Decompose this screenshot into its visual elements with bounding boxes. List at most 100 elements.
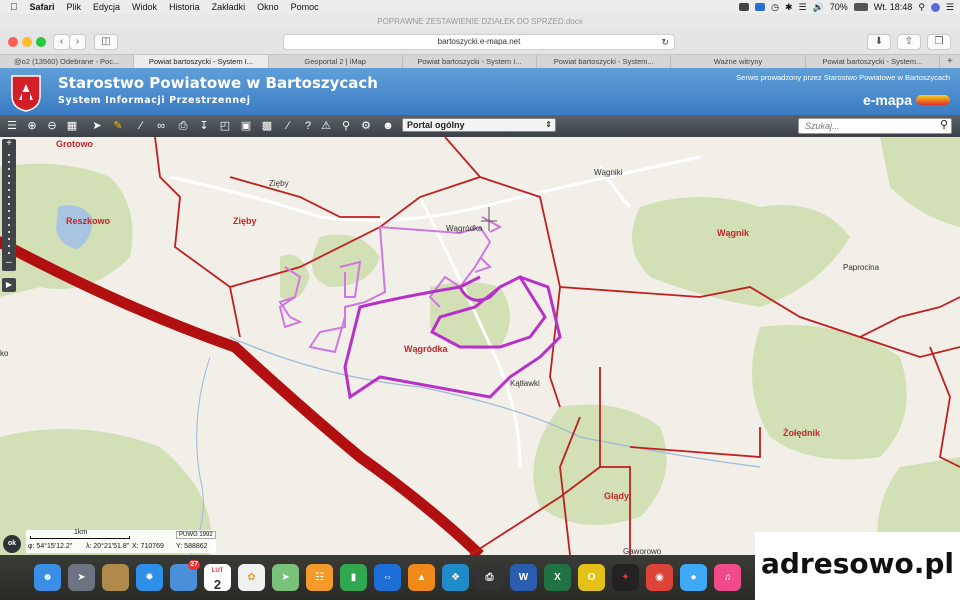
menu-pomoc[interactable]: Pomoc (285, 2, 325, 12)
zoom-minus-icon[interactable]: – (2, 258, 16, 268)
zoom-in-icon[interactable]: ⊕ (24, 118, 40, 134)
measure-icon[interactable]: ∕ (133, 118, 149, 134)
search-lock-icon[interactable] (739, 3, 750, 11)
compare-icon[interactable]: ◰ (217, 118, 233, 134)
reload-icon[interactable]: ↻ (661, 35, 669, 49)
notification-center-icon[interactable]: ☰ (946, 2, 954, 13)
menu-app-safari[interactable]: Safari (24, 2, 61, 12)
tab-powiat-4[interactable]: Powiat bartoszycki - System... (806, 55, 940, 68)
portal-select-value: Portal ogólny (407, 120, 465, 130)
photos-icon[interactable]: ✿ (238, 564, 265, 591)
menubar-clock[interactable]: Wt. 18:48 (874, 2, 913, 12)
link-icon[interactable]: ∞ (153, 118, 169, 134)
maps-icon[interactable]: ➤ (272, 564, 299, 591)
search-input[interactable]: Szukaj... ⚲ (798, 118, 952, 134)
tab-o2-mail[interactable]: @o2 (13560) Odebrane - Poc... (0, 55, 135, 68)
sidebar-icon: ◫ (101, 36, 111, 47)
tab-geoportal[interactable]: Geoportal 2 | iMap (269, 55, 403, 68)
menu-historia[interactable]: Historia (163, 2, 206, 12)
notes-icon[interactable] (102, 564, 129, 591)
battery-icon[interactable] (853, 3, 868, 11)
zoom-plus-icon[interactable]: + (2, 139, 16, 149)
tab-wazne-witryny[interactable]: Ważne witryny (671, 55, 806, 68)
acrobat-icon[interactable]: ✦ (612, 564, 639, 591)
downloads-button[interactable]: ⬇ (867, 34, 891, 50)
teamviewer-tray-icon[interactable] (755, 3, 766, 11)
tab-powiat-2[interactable]: Powiat bartoszycki - System I... (403, 55, 538, 68)
map-canvas[interactable] (0, 137, 960, 555)
emapa-brand[interactable]: e-mapa (863, 92, 912, 108)
new-tab-button[interactable]: + (940, 55, 960, 68)
address-bar[interactable]: bartoszycki.e-mapa.net ↻ (283, 34, 675, 50)
excel-icon[interactable]: X (544, 564, 571, 591)
sidebar-toggle-button[interactable]: ◫ (94, 34, 118, 50)
tabs-overview-button[interactable]: ❐ (927, 34, 951, 50)
bluetooth-icon[interactable]: ✱ (785, 2, 793, 13)
zoom-extent-icon[interactable]: ▦ (64, 118, 80, 134)
tab-powiat-3[interactable]: Powiat bartoszycki - System... (537, 55, 672, 68)
back-button[interactable]: ‹ (53, 34, 70, 50)
map-view[interactable]: Grotowo Reszkowo Zięby Wągródka Wągnik Ż… (0, 137, 960, 555)
minimize-window-button[interactable] (22, 37, 32, 47)
apple-menu-icon[interactable]:  (0, 2, 24, 13)
cart-icon[interactable]: ⚲ (338, 118, 354, 134)
time-machine-icon[interactable]: ◷ (771, 2, 779, 13)
hatch-icon[interactable]: ⁄ (280, 118, 296, 134)
tab-powiat-active[interactable]: Powiat bartoszycki - System I... (134, 55, 269, 68)
forward-button[interactable]: › (69, 34, 86, 50)
label-wagnik: Wągnik (717, 228, 750, 238)
menu-plik[interactable]: Plik (61, 2, 88, 12)
close-window-button[interactable] (8, 37, 18, 47)
vlc-icon[interactable]: ▲ (408, 564, 435, 591)
menu-zakladki[interactable]: Zakładki (206, 2, 252, 12)
zoom-tick (8, 154, 10, 156)
calendar-icon[interactable]: LUT 2 (204, 564, 231, 592)
info-pen-icon[interactable]: ✎ (110, 118, 126, 134)
menu-edycja[interactable]: Edycja (87, 2, 126, 12)
emapa-logo[interactable] (916, 95, 950, 105)
word-icon[interactable]: W (510, 564, 537, 591)
help-icon[interactable]: ? (300, 118, 316, 134)
window-icon[interactable]: ▣ (238, 118, 254, 134)
mail-icon[interactable]: 27 (170, 560, 200, 591)
users-icon[interactable]: ☻ (380, 118, 396, 134)
ibooks-icon[interactable]: ☷ (306, 564, 333, 591)
print-icon[interactable]: ⎙ (175, 118, 191, 134)
user-avatar-icon[interactable] (930, 2, 940, 12)
menu-okno[interactable]: Okno (251, 2, 285, 12)
volume-icon[interactable]: 🔊 (813, 2, 824, 13)
pointer-icon[interactable]: ➤ (89, 118, 105, 134)
teamviewer-icon[interactable]: ⇔ (374, 564, 401, 591)
village-edge: ko (0, 349, 9, 358)
scale-bar (30, 536, 130, 539)
messages-icon[interactable]: ● (680, 564, 707, 591)
launchpad-icon[interactable]: ➤ (68, 564, 95, 591)
coord-system-select[interactable]: PUWG 1992 (176, 531, 216, 539)
finder-icon[interactable]: ☻ (34, 564, 61, 591)
itunes-icon[interactable]: ♫ (714, 564, 741, 591)
warning-icon[interactable]: ⚠ (318, 118, 334, 134)
download-icon[interactable]: ↧ (196, 118, 212, 134)
comment-icon[interactable]: ▩ (259, 118, 275, 134)
safari-icon[interactable]: ✹ (136, 564, 163, 591)
zoom-window-button[interactable] (36, 37, 46, 47)
menu-widok[interactable]: Widok (126, 2, 163, 12)
numbers-icon[interactable]: ▮ (340, 564, 367, 591)
panel-toggle-icon[interactable]: ▶ (2, 278, 16, 292)
chrome-icon[interactable]: ◉ (646, 564, 673, 591)
share-button[interactable]: ⇧ (897, 34, 921, 50)
printer-icon[interactable]: ⎙ (476, 564, 503, 591)
battery-percent[interactable]: 70% (830, 2, 848, 12)
portal-select[interactable]: Portal ogólny ⇕ (402, 118, 556, 132)
wifi-icon[interactable]: ☰ (798, 2, 806, 13)
spotlight-icon[interactable]: ⚲ (918, 2, 925, 13)
kodi-icon[interactable]: ❖ (442, 564, 469, 591)
settings-icon[interactable]: ⚙ (358, 118, 374, 134)
ok-button[interactable]: ok (3, 535, 21, 553)
layers-icon[interactable]: ☰ (4, 118, 20, 134)
zoom-out-icon[interactable]: ⊖ (44, 118, 60, 134)
county-crest-logo[interactable] (10, 74, 42, 112)
opera-icon[interactable]: O (578, 564, 605, 591)
zoom-slider[interactable]: + – (2, 139, 16, 271)
search-icon[interactable]: ⚲ (940, 118, 948, 132)
